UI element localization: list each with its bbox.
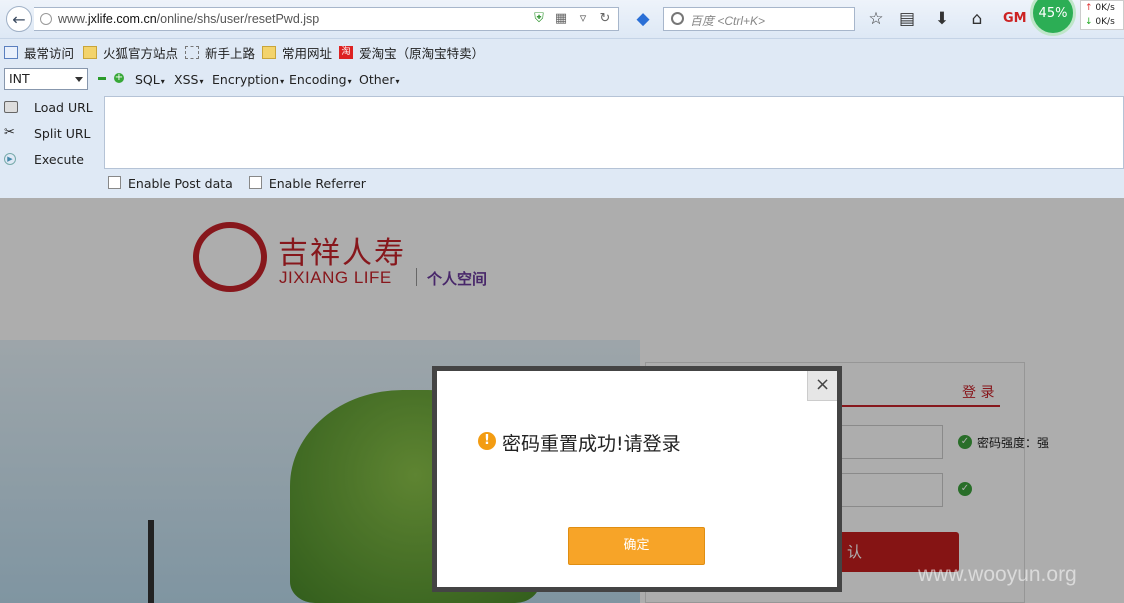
search-input[interactable]: 百度 <Ctrl+K> [663,7,855,31]
close-icon: × [814,374,831,395]
bookmark-common-sites[interactable]: 常用网址 [262,43,332,62]
upload-arrow-icon: ↑ [1085,3,1093,13]
download-arrow-icon: ↓ [1085,17,1093,27]
navigation-bar: ← www.jxlife.com.cn/online/shs/user/rese… [0,0,1124,39]
bookmark-star-icon[interactable]: ☆ [866,9,886,29]
greasemonkey-icon[interactable]: GM [1003,9,1027,29]
checkbox-box [108,176,121,189]
bookmark-label: 爱淘宝（原淘宝特卖） [359,45,485,61]
hackbar-menu-encoding[interactable]: Encoding [289,72,352,87]
bookmark-label: 新手上路 [205,45,256,61]
hackbar-menu-other[interactable]: Other [359,72,400,87]
enable-referrer-checkbox[interactable]: Enable Referrer [248,176,366,191]
checkbox-box [248,176,262,189]
folder-icon [83,45,98,59]
action-label: Split URL [34,126,91,141]
split-url-button[interactable]: ✂ Split URL [0,122,104,146]
select-value: INT [9,71,30,86]
bookmark-getting-started[interactable]: 新手上路 [185,43,255,62]
url-prefix: www. [58,12,88,26]
close-button[interactable]: × [807,371,837,401]
hackbar-url-textarea[interactable] [104,96,1124,169]
url-bar[interactable]: www.jxlife.com.cn/online/shs/user/resetP… [34,7,619,31]
bookmark-ai-taobao[interactable]: 淘爱淘宝（原淘宝特卖） [339,43,484,62]
search-icon [671,12,684,25]
shield-icon[interactable]: ⛨ [532,11,546,26]
folder-icon [262,45,277,59]
hackbar-type-select[interactable]: INT [4,68,88,90]
chevron-down-icon [75,77,83,82]
net-up-value: 0K/s [1095,3,1115,13]
warning-icon: ! [478,432,496,450]
bookmark-label: 最常访问 [24,45,75,61]
scissors-icon: ✂ [4,125,15,140]
hackbar-menu-xss[interactable]: XSS [174,72,203,87]
option-label: Enable Post data [128,176,233,191]
minus-icon[interactable] [98,77,106,80]
execute-button[interactable]: ▶ Execute [0,148,104,172]
load-url-button[interactable]: Load URL [0,96,104,120]
watermark: www.wooyun.org [918,563,1077,586]
bookmark-label: 常用网址 [282,45,333,61]
reload-icon[interactable]: ↻ [598,11,612,26]
action-label: Load URL [34,100,93,115]
back-button[interactable]: ← [6,6,32,32]
bookmark-page-icon [4,45,18,59]
network-speed: ↑ 0K/s ↓ 0K/s [1080,0,1124,30]
hackbar-options: Enable Post data Enable Referrer [108,176,366,191]
bookmarks-bar: 最常访问 火狐官方站点 新手上路 常用网址 淘爱淘宝（原淘宝特卖） [0,40,1124,64]
play-icon: ▶ [4,153,16,165]
bookmarks-list-icon[interactable]: ▤ [897,9,917,29]
taobao-icon: 淘 [339,45,354,59]
hackbar-actions: Load URL ✂ Split URL ▶ Execute [0,96,104,172]
url-domain: jxlife.com.cn [87,12,157,26]
home-icon[interactable]: ⌂ [967,9,987,29]
load-url-icon [4,101,18,113]
search-placeholder: 百度 <Ctrl+K> [690,14,766,28]
bookmark-firefox-sites[interactable]: 火狐官方站点 [83,43,178,62]
url-path: /online/shs/user/resetPwd.jsp [156,12,320,26]
hackbar-menu-sql[interactable]: SQL [135,72,165,87]
arrow-left-icon: ← [12,9,26,29]
globe-icon [40,13,52,25]
hackbar-menu-encryption[interactable]: Encryption [212,72,284,87]
url-text: www.jxlife.com.cn/online/shs/user/resetP… [58,12,319,26]
net-down-value: 0K/s [1095,17,1115,27]
action-label: Execute [34,152,84,167]
blank-page-icon [185,45,200,59]
bookmark-most-visited[interactable]: 最常访问 [4,43,74,62]
qr-code-icon[interactable]: ▦ [554,11,568,26]
dropdown-icon[interactable]: ▿ [576,11,590,26]
enable-post-data-checkbox[interactable]: Enable Post data [108,176,233,191]
dialog-message: 密码重置成功!请登录 [502,433,681,455]
extension-icon[interactable]: ◆ [633,9,653,29]
memory-indicator[interactable]: 45% [1030,0,1076,36]
bookmark-label: 火狐官方站点 [103,45,179,61]
plus-icon[interactable]: + [114,73,124,83]
download-icon[interactable]: ⬇ [932,9,952,29]
option-label: Enable Referrer [268,176,366,191]
ok-button[interactable]: 确定 [568,527,705,565]
